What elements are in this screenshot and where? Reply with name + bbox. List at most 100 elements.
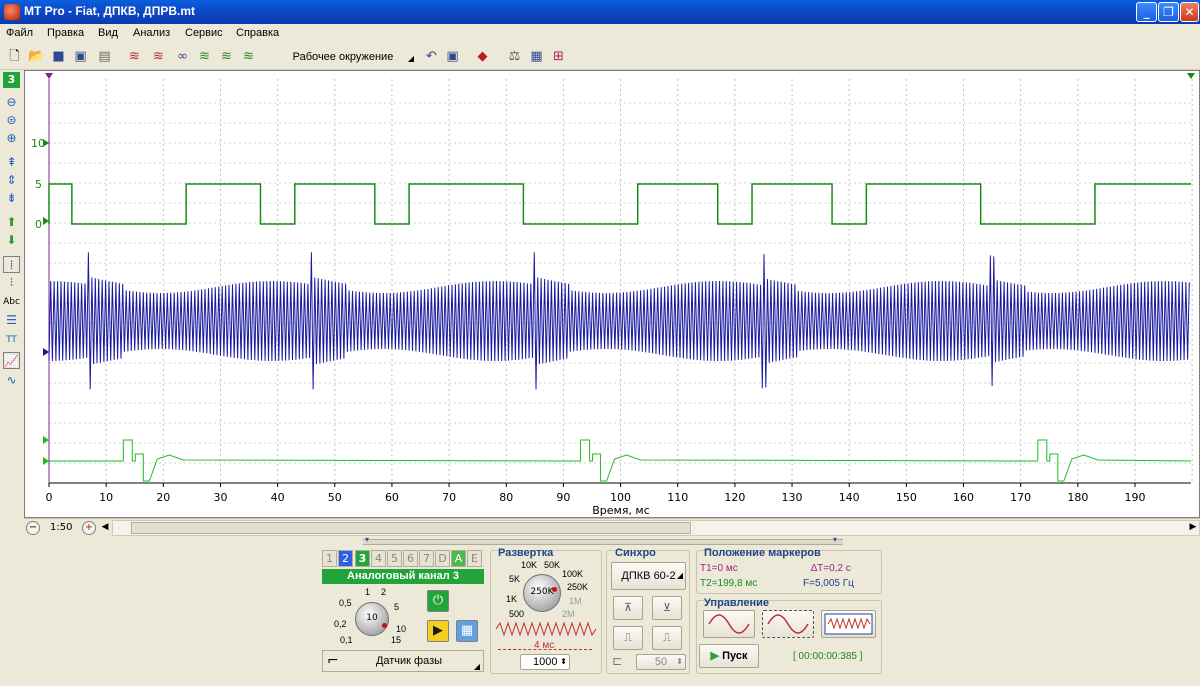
wave-green3-icon[interactable]: ≋ [240, 48, 257, 65]
x-tick-60: 60 [385, 491, 399, 504]
channel-tab-7[interactable]: 7 [419, 550, 434, 567]
text-tool-icon[interactable]: Abc [3, 294, 20, 311]
zoom-in-small-icon[interactable]: + [82, 521, 96, 535]
channel-tab-a[interactable]: A [451, 550, 466, 567]
channel-tab-5[interactable]: 5 [387, 550, 402, 567]
zoom-reset-icon[interactable]: ⊜ [3, 112, 20, 129]
scale-icon[interactable]: ⚖ [506, 48, 523, 65]
sweep-label-500: 500 [509, 609, 525, 619]
zoom-out-small-icon[interactable]: − [26, 521, 40, 535]
sweep-knob[interactable]: 250K [523, 574, 561, 612]
points-value: 1000 [533, 656, 558, 668]
wave-cross-icon[interactable]: ≋ [150, 48, 167, 65]
move-up-icon[interactable]: ⇞ [3, 154, 20, 171]
channel-tab-2[interactable]: 2 [338, 550, 353, 567]
sensor-dropdown-icon: ◢ [473, 662, 480, 671]
channel-tab-e[interactable]: E [467, 550, 482, 567]
channel-tab-1[interactable]: 1 [322, 550, 337, 567]
x-tick-100: 100 [610, 491, 631, 504]
menu-service[interactable]: Сервис [185, 27, 223, 39]
chart-view-icon[interactable]: 📈 [3, 352, 20, 369]
channel-tab-6[interactable]: 6 [403, 550, 418, 567]
save-env-icon[interactable]: ▣ [444, 48, 461, 65]
x-tick-0: 0 [46, 491, 53, 504]
menu-analysis[interactable]: Анализ [133, 27, 170, 39]
list-icon[interactable]: ☰ [3, 312, 20, 329]
wave-compare-icon[interactable]: ∞ [174, 48, 191, 65]
sensor-select[interactable]: ⌐ Датчик фазы ◢ [322, 650, 484, 672]
save-icon[interactable]: ■ [50, 48, 67, 65]
power-button[interactable]: ⏻ [427, 590, 449, 612]
menu-edit[interactable]: Правка [47, 27, 84, 39]
move-down-icon[interactable]: ⇟ [3, 190, 20, 207]
sync-source-select[interactable]: ДПКВ 60-2 ◢ [611, 562, 686, 590]
mode-continuous-button[interactable] [821, 610, 876, 638]
center-icon[interactable]: ⇕ [3, 172, 20, 189]
close-button[interactable]: ✕ [1180, 2, 1199, 22]
calculator-icon[interactable]: ▦ [456, 620, 478, 642]
title-bar: MT Pro - Fiat, ДПКВ, ДПРВ.mt _ ❐ ✕ [0, 0, 1200, 24]
scroll-left-icon[interactable]: ◀ [98, 520, 112, 534]
mode-single-button[interactable] [703, 610, 755, 638]
arrow-up-icon[interactable]: ⬆ [3, 214, 20, 231]
menu-help[interactable]: Справка [236, 27, 279, 39]
channel-tab-4[interactable]: 4 [371, 550, 386, 567]
scale-label-0-1: 0,1 [340, 635, 353, 645]
tt-icon[interactable]: TT [3, 332, 20, 349]
minimize-button[interactable]: _ [1136, 2, 1157, 22]
menu-view[interactable]: Вид [98, 27, 118, 39]
start-button[interactable]: ▶ Пуск [699, 644, 759, 668]
channel-name: Аналоговый канал 3 [322, 569, 484, 584]
grid-icon[interactable]: ⊞ [550, 48, 567, 65]
marker-t2-icon [1187, 73, 1195, 79]
undo-icon[interactable]: ↶ [423, 48, 440, 65]
sweep-label-10k: 10K [521, 560, 538, 570]
zoom-out-icon[interactable]: ⊖ [3, 94, 20, 111]
arrow-down-icon[interactable]: ⬇ [3, 232, 20, 249]
x-tick-130: 130 [782, 491, 803, 504]
marker-icon[interactable]: ⁞ [3, 256, 20, 273]
oscilloscope-plot[interactable]: 10 5 0 0 10 20 30 40 50 60 70 80 90 100 110 120 130 14… [24, 70, 1200, 518]
wave-green2-icon[interactable]: ≋ [218, 48, 235, 65]
sweep-label-50k: 50K [544, 560, 561, 570]
voltage-knob[interactable]: 10 [355, 602, 389, 636]
points-input[interactable]: 1000 ⬍ [520, 654, 570, 670]
window-title: MT Pro - Fiat, ДПКВ, ДПРВ.mt [24, 4, 196, 18]
wave-green-icon[interactable]: ≋ [196, 48, 213, 65]
chart-window-icon[interactable]: ▦ [528, 48, 545, 65]
new-file-icon[interactable]: 🗋 [6, 48, 23, 65]
x-tick-150: 150 [896, 491, 917, 504]
scroll-track[interactable] [112, 520, 1200, 536]
marker2-icon[interactable]: ⁝ [3, 274, 20, 291]
sync-level-input[interactable]: 50 ⬍ [636, 654, 686, 670]
channel-badge[interactable]: 3 [3, 72, 20, 88]
scale-label-15: 15 [391, 635, 402, 645]
print-icon[interactable]: ▤ [96, 48, 113, 65]
sweep-label-250k: 250K [567, 582, 589, 592]
channel-tab-3[interactable]: 3 [355, 550, 370, 567]
knob-indicator [382, 623, 387, 628]
channel-tab-d[interactable]: D [435, 550, 450, 567]
menu-file[interactable]: Файл [6, 27, 33, 39]
zoom-in-icon[interactable]: ⊕ [3, 130, 20, 147]
sync-source: ДПКВ 60-2 [621, 570, 676, 582]
save-as-icon[interactable]: ▣ [72, 48, 89, 65]
panel-splitter[interactable]: ▾ ▾ [363, 535, 843, 545]
scroll-right-icon[interactable]: ▶ [1186, 520, 1200, 534]
wave-view-icon[interactable]: ∿ [3, 372, 20, 389]
mode-auto-button[interactable] [762, 610, 814, 638]
environment-button[interactable]: Рабочее окружение ◢ [268, 47, 418, 67]
sync-falling-edge-icon[interactable]: ⊻ [652, 596, 682, 620]
control-panel: ▾ ▾ 1 2 3 4 5 6 7 D A E Аналоговый канал … [0, 535, 1200, 686]
play-channel-button[interactable]: ▶ [427, 620, 449, 642]
sync-mode-1-icon[interactable]: ⎍ [613, 626, 643, 650]
wave-multi-icon[interactable]: ≋ [126, 48, 143, 65]
sweep-time-line [498, 649, 592, 650]
x-tick-40: 40 [271, 491, 285, 504]
sync-rising-edge-icon[interactable]: ⊼ [613, 596, 643, 620]
scroll-thumb[interactable] [131, 522, 691, 534]
car-icon[interactable]: ◆ [474, 48, 491, 65]
sync-mode-2-icon[interactable]: ⎍ [652, 626, 682, 650]
maximize-button[interactable]: ❐ [1158, 2, 1179, 22]
open-folder-icon[interactable]: 📂 [28, 48, 45, 65]
